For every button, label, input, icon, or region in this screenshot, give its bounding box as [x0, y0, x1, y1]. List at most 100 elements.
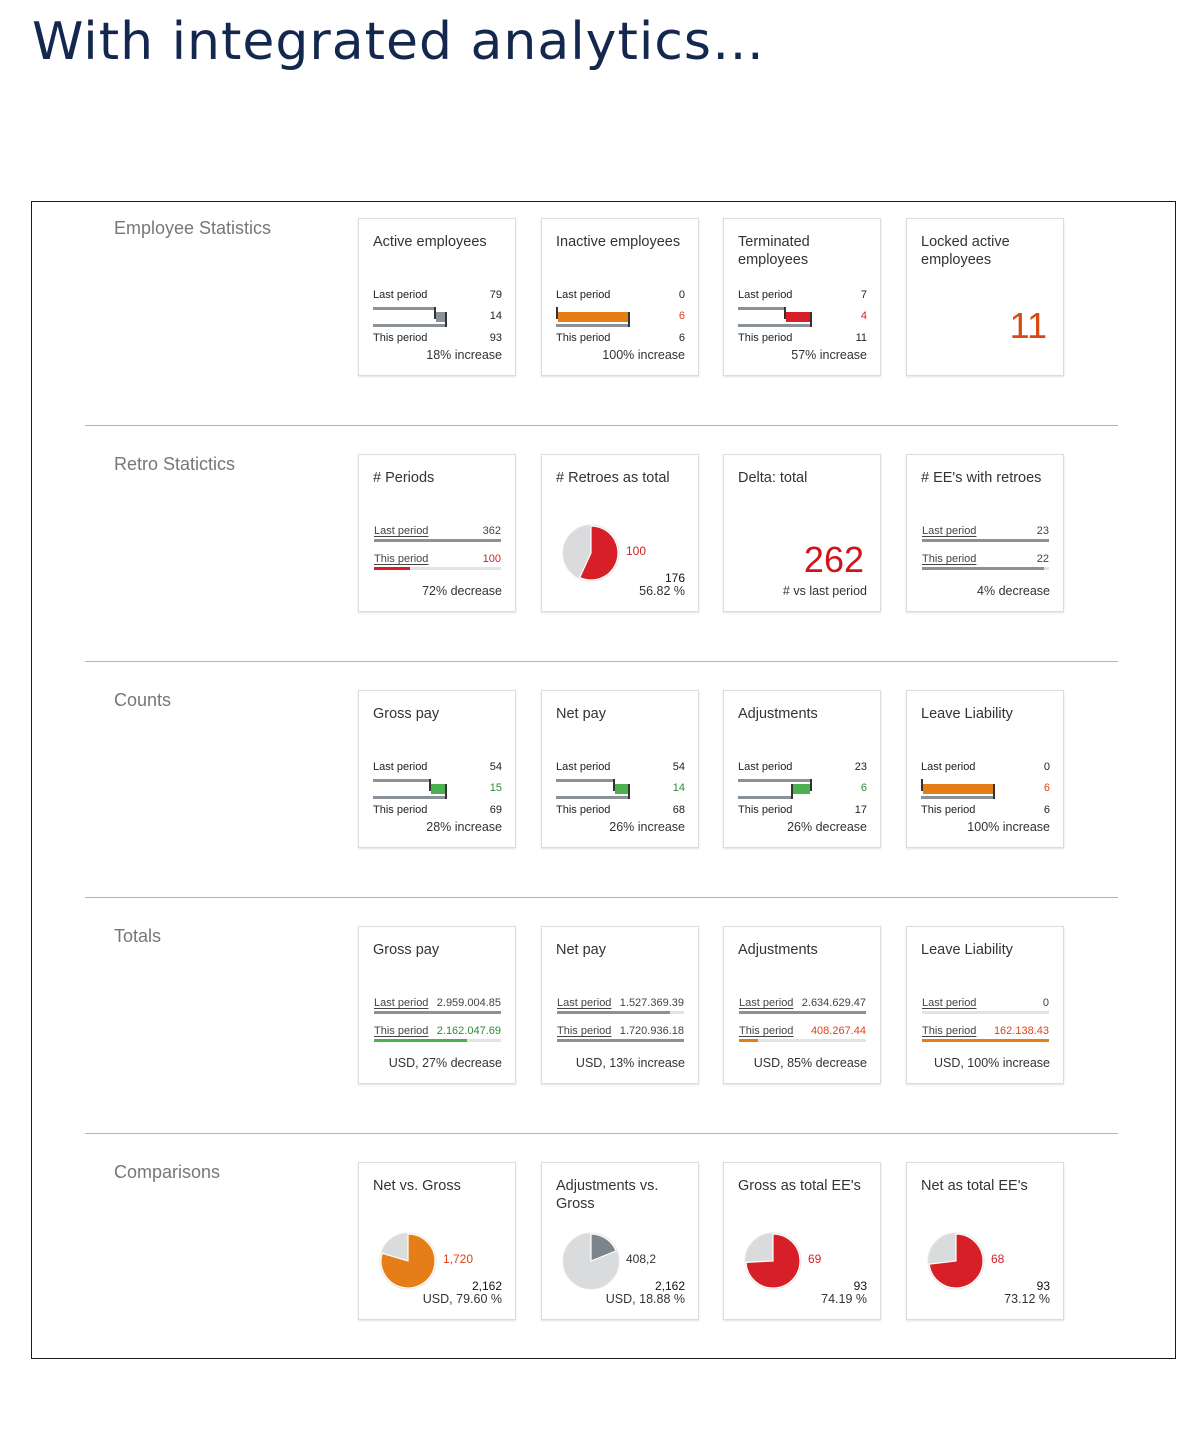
kpi-card-gross-pay[interactable]: Gross pay Last period 54 15 This period … — [358, 690, 516, 848]
last-period-track — [739, 1011, 866, 1014]
card-title: Inactive employees — [556, 234, 681, 250]
this-period-track — [922, 1039, 1049, 1042]
kpi-card-leave-liability[interactable]: Leave Liability Last period 0 6 This per… — [906, 690, 1064, 848]
last-period-value: 54 — [489, 761, 502, 773]
change-summary: 100% increase — [602, 348, 685, 362]
kpi-card-net-pay[interactable]: Net pay Last period 54 14 This period 68… — [541, 690, 699, 848]
section-divider — [85, 897, 1118, 898]
change-summary: USD, 85% decrease — [753, 1056, 867, 1070]
this-period-label: This period — [557, 1025, 612, 1037]
card-title: Net as total EE's — [921, 1178, 1028, 1194]
change-value: 4 — [860, 310, 867, 322]
change-summary: 26% increase — [609, 820, 685, 834]
section-totals: Totals Gross pay Last period 2.959.004.85… — [32, 897, 1175, 1146]
this-period-value: 162.138.43 — [993, 1025, 1049, 1037]
last-period-label: Last period — [739, 997, 794, 1009]
last-period-label: Last period — [922, 997, 977, 1009]
last-period-bar — [738, 307, 784, 310]
kpi-card-adjustments[interactable]: Adjustments Last period 23 6 This period… — [723, 690, 881, 848]
kpi-card-retroes-as-total[interactable]: # Retroes as total 100 176 56.82 % — [541, 454, 699, 612]
card-title: Gross pay — [373, 706, 440, 722]
card-title: # Retroes as total — [556, 470, 670, 486]
kpi-card-ee-s-with-retroes[interactable]: # EE's with retroes Last period 23 This … — [906, 454, 1064, 612]
this-period-bar — [921, 796, 993, 799]
pie-percentage: 73.12 % — [1004, 1292, 1050, 1306]
kpi-card-delta-total[interactable]: Delta: total 262 # vs last period — [723, 454, 881, 612]
this-period-value: 11 — [855, 332, 867, 344]
this-period-value: 17 — [854, 804, 867, 816]
kpi-card-gross-pay[interactable]: Gross pay Last period 2.959.004.85 This … — [358, 926, 516, 1084]
pie-percentage: USD, 18.88 % — [605, 1292, 685, 1306]
last-period-label: Last period — [921, 761, 976, 773]
kpi-card-net-as-total-ee-s[interactable]: Net as total EE's 68 93 73.12 % — [906, 1162, 1064, 1320]
this-period-bar — [373, 324, 445, 327]
card-title: Gross pay — [373, 942, 440, 958]
section-counts: Counts Gross pay Last period 54 15 This p… — [32, 661, 1175, 910]
kpi-card-leave-liability[interactable]: Leave Liability Last period 0 This perio… — [906, 926, 1064, 1084]
pie-total-value: 176 — [664, 571, 685, 585]
last-period-value: 2.634.629.47 — [801, 997, 866, 1009]
last-period-value: 1.527.369.39 — [619, 997, 684, 1009]
this-period-label: This period — [373, 804, 428, 816]
last-period-fill — [739, 1011, 866, 1014]
card-title: Active employees — [373, 234, 487, 250]
card-title: Leave Liability — [921, 942, 1013, 958]
this-period-track — [374, 1039, 501, 1042]
section-label: Employee Statistics — [114, 218, 272, 238]
kpi-card-gross-as-total-ee-s[interactable]: Gross as total EE's 69 93 74.19 % — [723, 1162, 881, 1320]
last-period-label: Last period — [738, 289, 793, 301]
last-period-value: 2.959.004.85 — [436, 997, 501, 1009]
change-summary: 4% decrease — [977, 584, 1050, 598]
this-period-label: This period — [738, 804, 793, 816]
change-bar — [792, 784, 810, 794]
kpi-card-inactive-employees[interactable]: Inactive employees Last period 0 6 This … — [541, 218, 699, 376]
last-period-value: 0 — [678, 289, 685, 301]
this-period-value: 100 — [482, 553, 501, 565]
last-period-value: 0 — [1042, 997, 1049, 1009]
kpi-card-net-pay[interactable]: Net pay Last period 1.527.369.39 This pe… — [541, 926, 699, 1084]
kpi-card-adjustments[interactable]: Adjustments Last period 2.634.629.47 Thi… — [723, 926, 881, 1084]
card-title: Adjustments vs. Gross — [556, 1178, 659, 1212]
this-period-value: 6 — [678, 332, 685, 344]
last-period-label: Last period — [738, 761, 793, 773]
pie-total-value: 2,162 — [471, 1279, 502, 1293]
change-summary: USD, 27% decrease — [388, 1056, 502, 1070]
kpi-card-net-vs-gross[interactable]: Net vs. Gross 1,720 2,162 USD, 79.60 % — [358, 1162, 516, 1320]
card-title: Net pay — [556, 942, 606, 958]
this-period-bar — [738, 796, 792, 799]
pie-part-value: 69 — [808, 1252, 822, 1266]
pie-chart — [927, 1232, 985, 1290]
this-period-fill — [739, 1039, 759, 1042]
change-value: 14 — [672, 782, 685, 794]
change-value: 6 — [1043, 782, 1050, 794]
this-period-track — [739, 1039, 866, 1042]
change-bar — [431, 784, 446, 794]
section-label: Totals — [114, 926, 162, 946]
kpi-card-locked-active-employees[interactable]: Locked active employees 11 — [906, 218, 1064, 376]
kpi-card-adjustments-vs-gross[interactable]: Adjustments vs. Gross 408,2 2,162 USD, 1… — [541, 1162, 699, 1320]
change-bar — [785, 312, 811, 322]
card-title: Delta: total — [738, 470, 808, 486]
card-title: Gross as total EE's — [738, 1178, 861, 1194]
last-period-track — [374, 539, 501, 542]
change-summary: 28% increase — [426, 820, 502, 834]
pie-percentage: 74.19 % — [821, 1292, 867, 1306]
section-label: Comparisons — [114, 1162, 221, 1182]
kpi-card-periods[interactable]: # Periods Last period 362 This period 10… — [358, 454, 516, 612]
section-label: Counts — [114, 690, 172, 710]
last-period-track — [374, 1011, 501, 1014]
kpi-card-terminated-employees[interactable]: Terminated employees Last period 7 4 Thi… — [723, 218, 881, 376]
last-period-value: 0 — [1043, 761, 1050, 773]
last-period-bar — [373, 779, 430, 782]
this-period-fill — [922, 567, 1044, 570]
this-period-fill — [557, 1039, 684, 1042]
change-bar — [923, 784, 994, 794]
this-period-marker — [993, 784, 995, 799]
card-title: Terminated employees — [738, 234, 810, 268]
this-period-bar — [556, 324, 628, 327]
kpi-card-active-employees[interactable]: Active employees Last period 79 14 This … — [358, 218, 516, 376]
last-period-track — [922, 539, 1049, 542]
change-value: 15 — [489, 782, 502, 794]
last-period-label: Last period — [373, 289, 428, 301]
last-period-fill — [922, 539, 1049, 542]
